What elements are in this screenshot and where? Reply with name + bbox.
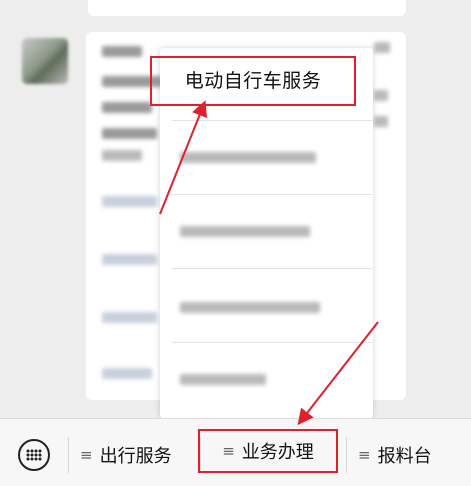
blurred-text [374,90,388,101]
previous-message-bubble [88,0,406,16]
blurred-text [102,102,152,113]
submenu-popup: 电动自行车服务 [150,48,373,418]
tab-baoliaotai[interactable]: ≡ 报料台 [358,437,432,473]
tab-chuxing-fuwu[interactable]: ≡ 出行服务 [80,437,172,473]
submenu-item-1[interactable] [172,120,373,195]
tab-label: 出行服务 [99,446,172,467]
blurred-link [102,254,157,265]
blurred-link [102,312,157,323]
menu-divider [346,437,347,473]
menu-icon: ≡ [80,446,93,464]
tab-yewu-banli[interactable]: ≡ 业务办理 [198,429,338,473]
submenu-item-title-row[interactable] [172,48,373,121]
blurred-text [102,150,142,161]
blurred-text [102,128,157,139]
menu-icon: ≡ [222,442,235,460]
blurred-link [102,196,157,207]
blurred-text [180,226,310,237]
blurred-text [180,302,320,313]
keyboard-keys [26,449,42,461]
submenu-item-2[interactable] [172,194,373,269]
blurred-text [374,42,390,53]
blurred-text [374,116,388,127]
keyboard-icon[interactable] [18,439,50,471]
bottom-menu-bar: ≡ 出行服务 ≡ 业务办理 ≡ 报料台 [0,418,471,486]
blurred-text [102,46,142,57]
menu-icon: ≡ [358,446,371,464]
tab-label: 报料台 [377,446,432,467]
sender-avatar[interactable] [22,38,68,84]
submenu-item-4[interactable] [172,342,373,418]
menu-divider [68,437,69,473]
blurred-link [102,368,152,379]
tab-label: 业务办理 [241,442,314,463]
blurred-text [180,152,316,163]
submenu-item-3[interactable] [172,268,373,343]
blurred-text [180,374,266,385]
